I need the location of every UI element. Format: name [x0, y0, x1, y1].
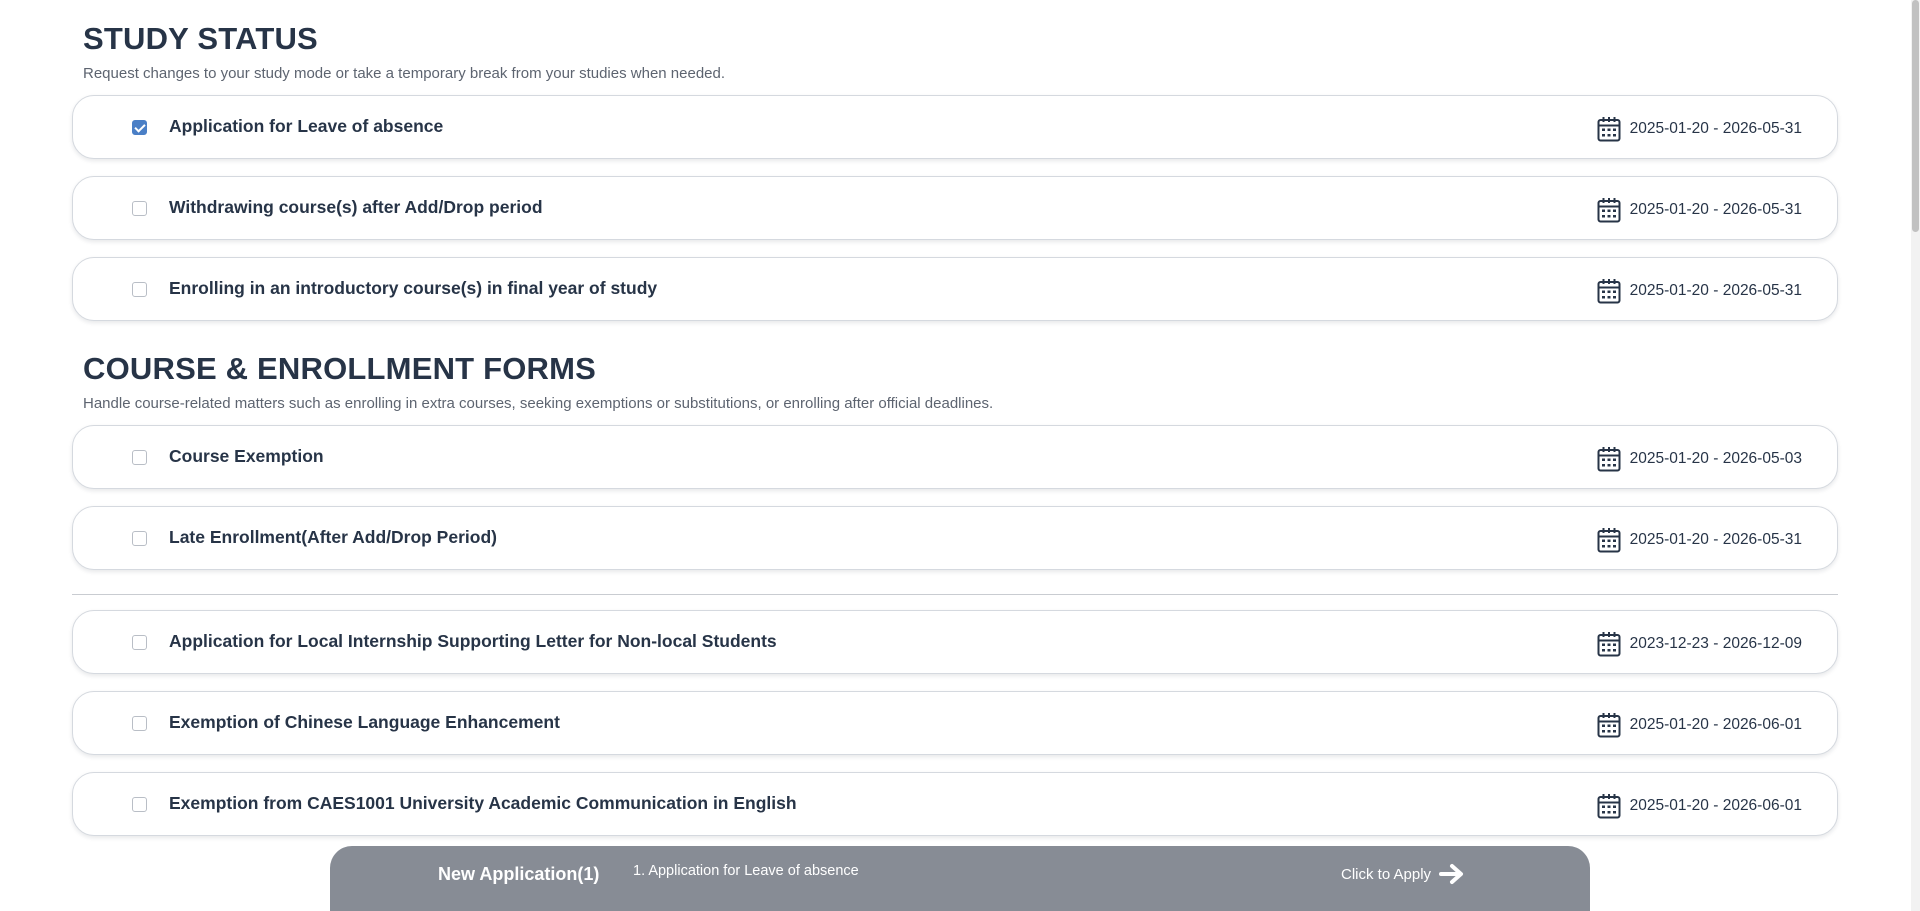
form-card-withdrawing-courses[interactable]: Withdrawing course(s) after Add/Drop per…: [72, 176, 1838, 240]
form-label: Late Enrollment(After Add/Drop Period): [169, 527, 497, 547]
date-range: 2025-01-20 - 2026-05-31: [1597, 527, 1802, 553]
scrollbar-thumb[interactable]: [1912, 0, 1919, 232]
section-course-enrollment: COURSE & ENROLLMENT FORMS Handle course-…: [72, 353, 993, 412]
checkbox-icon[interactable]: [132, 282, 147, 297]
date-range-text: 2025-01-20 - 2026-06-01: [1629, 797, 1802, 814]
date-range: 2025-01-20 - 2026-05-31: [1597, 278, 1802, 304]
date-range: 2025-01-20 - 2026-06-01: [1597, 712, 1802, 738]
date-range: 2023-12-23 - 2026-12-09: [1597, 631, 1802, 657]
date-range: 2025-01-20 - 2026-05-03: [1597, 446, 1802, 472]
section-study-status: STUDY STATUS Request changes to your stu…: [72, 23, 725, 82]
date-range: 2025-01-20 - 2026-05-31: [1597, 197, 1802, 223]
form-label: Exemption of Chinese Language Enhancemen…: [169, 712, 560, 732]
form-card-caes1001-exemption[interactable]: Exemption from CAES1001 University Acade…: [72, 772, 1838, 836]
calendar-icon: [1597, 447, 1621, 472]
calendar-icon: [1597, 279, 1621, 304]
date-range-text: 2025-01-20 - 2026-05-03: [1629, 450, 1802, 467]
date-range-text: 2025-01-20 - 2026-05-31: [1629, 282, 1802, 299]
section-description: Handle course-related matters such as en…: [83, 395, 994, 412]
calendar-icon: [1597, 713, 1621, 738]
calendar-icon: [1597, 632, 1621, 657]
page: STUDY STATUS Request changes to your stu…: [0, 0, 1920, 911]
calendar-icon: [1597, 528, 1621, 553]
calendar-icon: [1597, 198, 1621, 223]
form-label: Application for Local Internship Support…: [169, 631, 777, 651]
new-application-bar: New Application(1) 1. Application for Le…: [330, 846, 1590, 911]
form-card-leave-of-absence[interactable]: Application for Leave of absence 2025-01…: [72, 95, 1838, 159]
date-range: 2025-01-20 - 2026-06-01: [1597, 793, 1802, 819]
section-description: Request changes to your study mode or ta…: [83, 65, 726, 82]
calendar-icon: [1597, 794, 1621, 819]
selected-application-item: 1. Application for Leave of absence: [633, 863, 859, 879]
new-application-title: New Application(1): [438, 864, 600, 884]
form-label: Exemption from CAES1001 University Acade…: [169, 793, 797, 813]
date-range-text: 2025-01-20 - 2026-06-01: [1629, 716, 1802, 733]
calendar-icon: [1597, 117, 1621, 142]
date-range-text: 2025-01-20 - 2026-05-31: [1629, 120, 1802, 137]
form-card-chinese-exemption[interactable]: Exemption of Chinese Language Enhancemen…: [72, 691, 1838, 755]
checkbox-icon[interactable]: [132, 531, 147, 546]
form-card-late-enrollment[interactable]: Late Enrollment(After Add/Drop Period) 2…: [72, 506, 1838, 570]
form-card-course-exemption[interactable]: Course Exemption 2025-01-20 - 2026-05-03: [72, 425, 1838, 489]
form-label: Withdrawing course(s) after Add/Drop per…: [169, 197, 543, 217]
section-title: COURSE & ENROLLMENT FORMS: [83, 351, 597, 386]
checkbox-icon[interactable]: [132, 201, 147, 216]
form-label: Application for Leave of absence: [169, 116, 444, 136]
checkbox-icon[interactable]: [132, 120, 147, 135]
page-scrollbar[interactable]: [1911, 0, 1920, 911]
checkbox-icon[interactable]: [132, 450, 147, 465]
form-label: Enrolling in an introductory course(s) i…: [169, 278, 658, 298]
arrow-right-icon: [1439, 864, 1464, 884]
date-range-text: 2025-01-20 - 2026-05-31: [1629, 531, 1802, 548]
checkbox-icon[interactable]: [132, 797, 147, 812]
date-range-text: 2025-01-20 - 2026-05-31: [1629, 201, 1802, 218]
form-card-internship-letter[interactable]: Application for Local Internship Support…: [72, 610, 1838, 674]
section-title: STUDY STATUS: [83, 21, 318, 56]
form-label: Course Exemption: [169, 446, 324, 466]
date-range: 2025-01-20 - 2026-05-31: [1597, 116, 1802, 142]
section-divider: [72, 594, 1838, 595]
checkbox-icon[interactable]: [132, 716, 147, 731]
apply-label: Click to Apply: [1341, 865, 1432, 883]
date-range-text: 2023-12-23 - 2026-12-09: [1629, 635, 1802, 652]
form-card-introductory-course[interactable]: Enrolling in an introductory course(s) i…: [72, 257, 1838, 321]
click-to-apply-button[interactable]: Click to Apply: [1341, 862, 1466, 886]
checkbox-icon[interactable]: [132, 635, 147, 650]
